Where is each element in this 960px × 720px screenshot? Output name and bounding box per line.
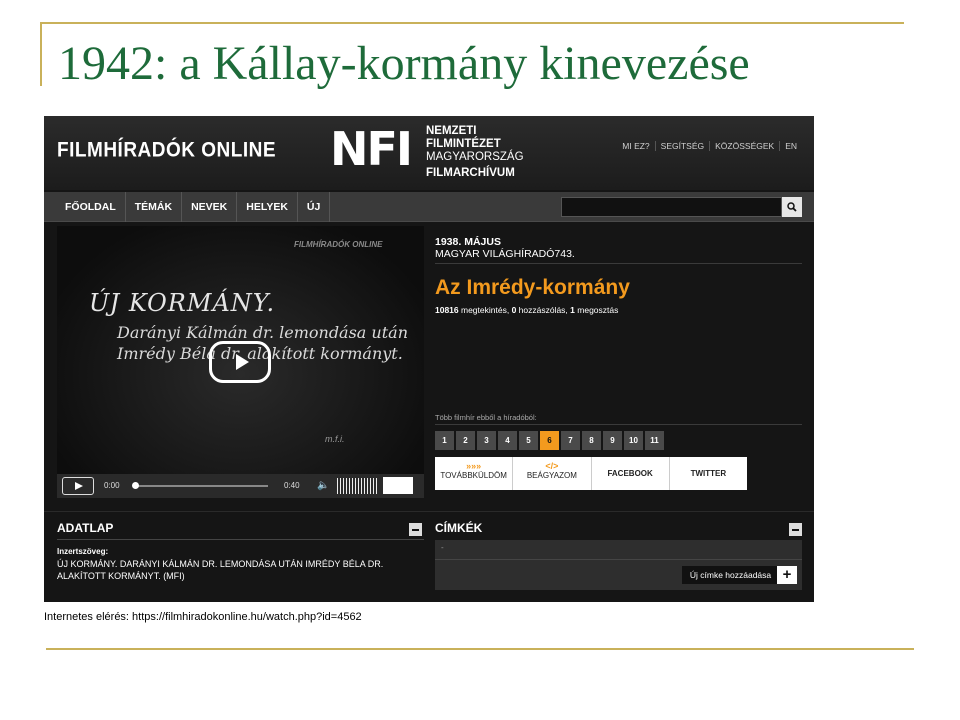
nav-item-topics[interactable]: TÉMÁK: [126, 192, 183, 222]
panel-divider: [44, 511, 814, 512]
comments-label: hozzászólás,: [516, 305, 571, 315]
top-link-language[interactable]: EN: [779, 141, 802, 151]
nfi-line-1: NEMZETI: [426, 125, 477, 137]
slide-left-rule: [40, 22, 42, 86]
pager-item-2[interactable]: 2: [456, 431, 475, 450]
views-count: 10816: [435, 305, 459, 315]
film-series[interactable]: MAGYAR VILÁGHÍRADÓ743.: [435, 248, 575, 260]
top-link-communities[interactable]: KÖZÖSSÉGEK: [709, 141, 779, 151]
progress-bar[interactable]: [133, 485, 268, 487]
insert-text: ÚJ KORMÁNY. DARÁNYI KÁLMÁN DR. LEMONDÁSA…: [57, 559, 384, 581]
video-watermark: FILMHÍRADÓK ONLINE: [294, 240, 383, 249]
pager-item-4[interactable]: 4: [498, 431, 517, 450]
forward-icon: »»»: [466, 461, 482, 471]
slide-top-rule: [40, 22, 904, 24]
info-divider: [435, 263, 802, 264]
video-frame-signature: m.f.i.: [325, 434, 345, 444]
shares-label: megosztás: [574, 305, 619, 315]
volume-icon[interactable]: 🔈: [317, 480, 329, 491]
nav-item-new[interactable]: ÚJ: [298, 192, 331, 222]
twitter-button[interactable]: TWITTER: [670, 457, 747, 490]
pager-item-7[interactable]: 7: [561, 431, 580, 450]
video-player[interactable]: FILMHÍRADÓK ONLINE ÚJ KORMÁNY. Darányi K…: [57, 226, 424, 496]
nav-item-home[interactable]: FŐOLDAL: [56, 192, 126, 222]
more-films-label: Több filmhír ebből a híradóból:: [435, 413, 537, 422]
nav-item-places[interactable]: HELYEK: [237, 192, 298, 222]
top-link-help[interactable]: SEGÍTSÉG: [654, 141, 709, 151]
nav-item-names[interactable]: NEVEK: [182, 192, 238, 222]
progress-knob[interactable]: [132, 482, 139, 489]
main-navbar: FŐOLDAL TÉMÁK NEVEK HELYEK ÚJ: [44, 192, 814, 222]
nfi-logo[interactable]: NFI: [330, 122, 413, 176]
forward-button[interactable]: »»» TOVÁBBKÜLDÖM: [435, 457, 514, 490]
nfi-logo-text: NEMZETI FILMINTÉZET MAGYARORSZÁG FILMARC…: [426, 125, 524, 180]
pager-item-8[interactable]: 8: [582, 431, 601, 450]
facebook-button[interactable]: FACEBOOK: [592, 457, 670, 490]
film-title: Az Imrédy-kormány: [435, 276, 630, 299]
film-date: 1938. MÁJUS: [435, 236, 501, 248]
time-current: 0:00: [104, 481, 120, 490]
adatlap-divider: [57, 539, 424, 540]
pager-item-11[interactable]: 11: [645, 431, 664, 450]
top-link-about[interactable]: MI EZ?: [617, 141, 654, 151]
pager-item-3[interactable]: 3: [477, 431, 496, 450]
tags-collapse-button[interactable]: [789, 523, 802, 536]
pager-item-9[interactable]: 9: [603, 431, 622, 450]
film-pager: 1 2 3 4 5 6 7 8 9 10 11: [435, 431, 666, 450]
search-button[interactable]: [782, 197, 802, 217]
slide-bottom-rule: [46, 648, 914, 650]
slide-title: 1942: a Kállay-kormány kinevezése: [58, 37, 750, 90]
more-divider: [435, 424, 802, 425]
add-tag-button[interactable]: Új címke hozzáadása: [682, 566, 779, 584]
pager-item-1[interactable]: 1: [435, 431, 454, 450]
nav-items: FŐOLDAL TÉMÁK NEVEK HELYEK ÚJ: [56, 192, 331, 222]
insert-text-label: Inzertszöveg:: [57, 547, 109, 556]
pager-item-5[interactable]: 5: [519, 431, 538, 450]
site-logo[interactable]: FILMHÍRADÓK ONLINE: [57, 139, 276, 163]
tags-divider: [435, 559, 802, 560]
video-frame-title: ÚJ KORMÁNY.: [89, 289, 276, 317]
top-links: MI EZ? SEGÍTSÉG KÖZÖSSÉGEK EN: [617, 141, 802, 151]
share-bar: »»» TOVÁBBKÜLDÖM </> BEÁGYAZOM FACEBOOK …: [435, 457, 747, 490]
big-play-button[interactable]: [209, 341, 271, 383]
video-controls: 0:00 0:40 🔈: [57, 474, 424, 498]
nfi-line-4: FILMARCHÍVUM: [426, 167, 515, 179]
embed-button[interactable]: </> BEÁGYAZOM: [513, 457, 592, 490]
play-button[interactable]: [62, 477, 94, 495]
adatlap-collapse-button[interactable]: [409, 523, 422, 536]
film-stats: 10816 megtekintés, 0 hozzászólás, 1 mego…: [435, 305, 618, 315]
adatlap-heading: ADATLAP: [57, 521, 114, 535]
time-total: 0:40: [284, 481, 300, 490]
site-header: FILMHÍRADÓK ONLINE NFI NEMZETI FILMINTÉZ…: [44, 116, 814, 190]
nfi-line-3: MAGYARORSZÁG: [426, 151, 524, 163]
forward-label: TOVÁBBKÜLDÖM: [440, 471, 507, 480]
add-tag-plus-icon[interactable]: +: [777, 566, 797, 584]
pager-item-6-active[interactable]: 6: [540, 431, 559, 450]
embed-label: BEÁGYAZOM: [526, 471, 577, 480]
nfi-line-2: FILMINTÉZET: [426, 138, 501, 150]
pager-item-10[interactable]: 10: [624, 431, 643, 450]
volume-slider[interactable]: [337, 478, 379, 494]
tags-heading: CÍMKÉK: [435, 521, 483, 535]
slide-caption: Internetes elérés: https://filmhiradokon…: [44, 611, 362, 623]
search-input[interactable]: [561, 197, 782, 217]
embed-icon: </>: [545, 461, 559, 471]
fullscreen-button[interactable]: [383, 477, 413, 494]
search-icon: [787, 202, 797, 212]
tags-empty: -: [441, 543, 444, 552]
website-screenshot: FILMHÍRADÓK ONLINE NFI NEMZETI FILMINTÉZ…: [44, 116, 814, 602]
views-label: megtekintés,: [458, 305, 512, 315]
